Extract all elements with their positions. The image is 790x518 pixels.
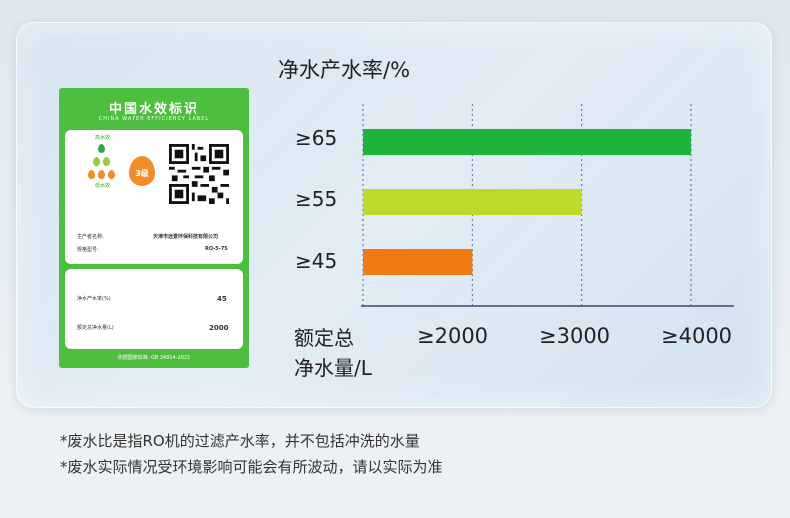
category-label: ≥45 [295, 249, 338, 273]
x-tick-label: ≥4000 [661, 324, 733, 348]
x-axis-title-line2: 净水量/L [294, 356, 372, 380]
footnote: *废水实际情况受环境影响可能会有所波动，请以实际为准 [60, 458, 443, 476]
footnote: *废水比是指RO机的过滤产水率，并不包括冲洗的水量 [60, 432, 420, 450]
bar [363, 129, 691, 155]
x-tick-label: ≥2000 [417, 324, 489, 348]
x-tick-label: ≥3000 [539, 324, 611, 348]
category-label: ≥65 [295, 126, 338, 150]
x-axis-title-line1: 额定总 [294, 326, 354, 350]
category-label: ≥55 [295, 187, 338, 211]
bar [363, 249, 473, 275]
bar [363, 189, 582, 215]
